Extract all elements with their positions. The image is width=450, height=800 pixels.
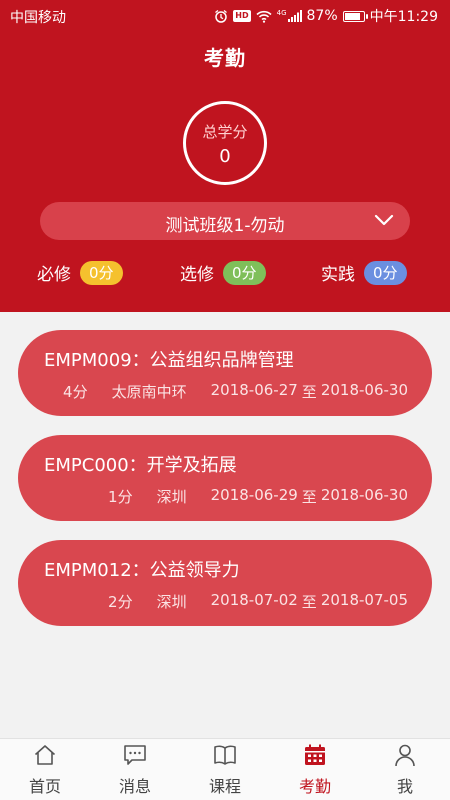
page-title: 考勤 <box>204 46 246 70</box>
course-end-date: 2018-06-30 <box>320 486 408 504</box>
credit-practice: 实践 0分 <box>321 260 407 285</box>
credit-required-label: 必修 <box>37 265 71 285</box>
attendance-header: 中国移动 HD 4G 87% 中午11:29 考勤 总学分 0 测试班级1-勿动 <box>0 0 450 312</box>
credit-practice-badge: 0分 <box>364 260 407 285</box>
tab-label: 我 <box>396 777 413 796</box>
credit-required-badge: 0分 <box>80 260 123 285</box>
course-location: 深圳 <box>156 488 187 506</box>
tab-label: 首页 <box>28 777 61 796</box>
clock: 中午11:29 <box>369 9 438 25</box>
course-title: EMPM009：公益组织品牌管理 <box>44 350 294 371</box>
total-score-label: 总学分 <box>202 123 248 141</box>
course-title: EMPM012：公益领导力 <box>44 560 240 581</box>
tab-messages[interactable]: 消息 <box>90 739 180 800</box>
course-card[interactable]: EMPM009：公益组织品牌管理 4分 太原南中环 2018-06-27 至 2… <box>18 330 432 416</box>
home-icon <box>33 743 57 767</box>
course-start-date: 2018-07-02 <box>210 591 298 609</box>
class-selector[interactable]: 测试班级1-勿动 <box>40 202 410 240</box>
credit-elective: 选修 0分 <box>180 260 266 285</box>
status-bar: 中国移动 HD 4G 87% 中午11:29 <box>0 0 450 32</box>
course-meta: 4分 太原南中环 2018-06-27 至 2018-06-30 <box>63 381 408 402</box>
chevron-down-icon <box>374 212 394 232</box>
credit-elective-label: 选修 <box>180 265 214 285</box>
course-credit: 2分 <box>108 593 133 611</box>
message-icon <box>123 743 147 767</box>
tab-me[interactable]: 我 <box>360 739 450 800</box>
course-start-date: 2018-06-29 <box>210 486 298 504</box>
course-card[interactable]: EMPC000：开学及拓展 1分 深圳 2018-06-29 至 2018-06… <box>18 435 432 521</box>
course-meta: 2分 深圳 2018-07-02 至 2018-07-05 <box>108 591 408 612</box>
credit-elective-badge: 0分 <box>223 260 266 285</box>
course-start-date: 2018-06-27 <box>210 381 298 399</box>
credit-required: 必修 0分 <box>37 260 123 285</box>
course-location: 太原南中环 <box>111 383 187 401</box>
status-icons: HD 4G 87% 中午11:29 <box>214 6 438 26</box>
course-credit: 1分 <box>108 488 133 506</box>
tab-courses[interactable]: 课程 <box>180 739 270 800</box>
tab-attendance[interactable]: 考勤 <box>270 739 360 800</box>
battery-percent: 87% <box>306 8 338 24</box>
alarm-icon <box>214 9 228 23</box>
date-separator: 至 <box>301 593 317 611</box>
course-card[interactable]: EMPM012：公益领导力 2分 深圳 2018-07-02 至 2018-07… <box>18 540 432 626</box>
book-icon <box>213 743 237 767</box>
battery-fill <box>344 12 360 20</box>
tab-label: 课程 <box>208 777 241 796</box>
tab-label: 消息 <box>118 777 151 796</box>
course-meta: 1分 深圳 2018-06-29 至 2018-06-30 <box>108 486 408 507</box>
tab-label: 考勤 <box>298 777 331 796</box>
course-credit: 4分 <box>63 383 88 401</box>
class-selector-value: 测试班级1-勿动 <box>165 216 285 236</box>
hd-icon: HD <box>233 10 251 22</box>
bottom-tab-bar: 首页 消息 课程 考勤 我 <box>0 738 450 800</box>
course-end-date: 2018-07-05 <box>320 591 408 609</box>
battery-icon <box>342 10 368 22</box>
credit-practice-label: 实践 <box>321 265 355 285</box>
network-type: 4G <box>276 9 287 17</box>
carrier-name: 中国移动 <box>10 10 66 26</box>
calendar-icon <box>303 743 327 767</box>
signal-icon: 4G <box>277 10 302 22</box>
total-score-circle: 总学分 0 <box>183 101 267 185</box>
course-title: EMPC000：开学及拓展 <box>44 455 237 476</box>
credit-summary: 必修 0分 选修 0分 实践 0分 <box>0 260 450 290</box>
wifi-icon <box>256 10 272 23</box>
total-score-value: 0 <box>219 146 231 167</box>
course-end-date: 2018-06-30 <box>320 381 408 399</box>
date-separator: 至 <box>301 383 317 401</box>
course-location: 深圳 <box>156 593 187 611</box>
tab-home[interactable]: 首页 <box>0 739 90 800</box>
person-icon <box>393 743 417 767</box>
date-separator: 至 <box>301 488 317 506</box>
